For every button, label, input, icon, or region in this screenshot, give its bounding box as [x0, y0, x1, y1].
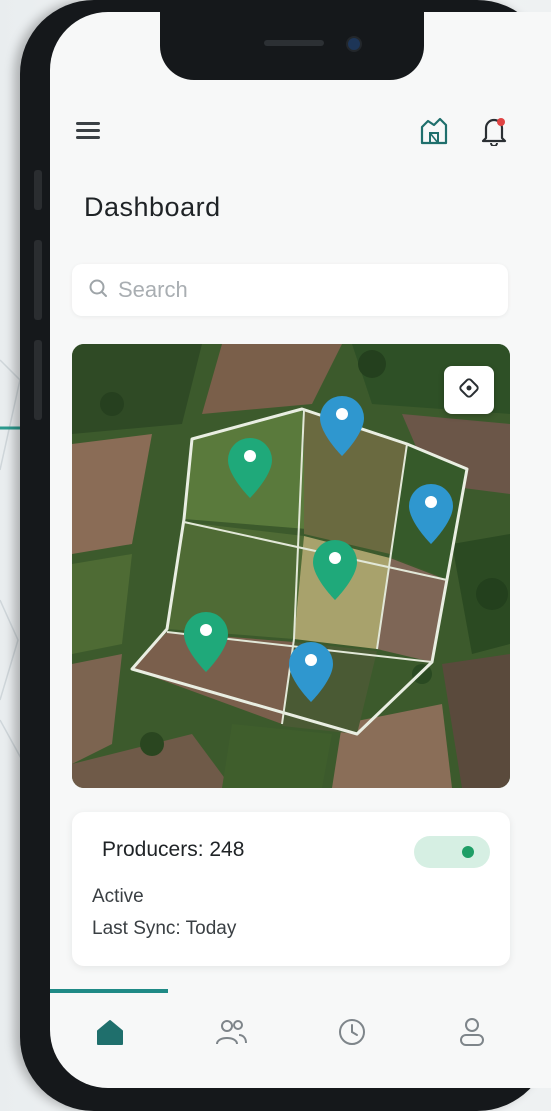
profile-icon: [458, 1016, 486, 1053]
bell-icon[interactable]: [476, 112, 512, 148]
phone-notch: [160, 12, 424, 80]
field-map[interactable]: [72, 344, 510, 788]
search-icon: [88, 278, 108, 303]
satellite-map-image: [72, 344, 510, 788]
users-icon: [214, 1017, 248, 1052]
notification-dot: [497, 118, 505, 126]
bottom-navigation: [50, 994, 551, 1088]
phone-volume-down-button: [34, 340, 42, 420]
toggle-knob: [462, 846, 474, 858]
phone-side-button: [34, 170, 42, 210]
producers-toggle[interactable]: [414, 836, 490, 868]
status-text: Active: [92, 886, 144, 907]
search-input[interactable]: [116, 276, 480, 304]
nav-history[interactable]: [324, 1006, 380, 1062]
producers-summary-card: Producers: 248 Active Last Sync: Today: [72, 812, 510, 966]
clock-icon: [337, 1017, 367, 1052]
nav-users[interactable]: [203, 1006, 259, 1062]
nav-active-indicator: [50, 989, 168, 993]
home-icon: [95, 1018, 125, 1051]
page-title: Dashboard: [84, 192, 221, 222]
search-bar[interactable]: [72, 264, 508, 316]
phone-screen: Dashboard Search Producers: 248 Active L…: [50, 12, 551, 1088]
nav-profile[interactable]: [444, 1006, 500, 1062]
locate-button[interactable]: [444, 366, 494, 414]
last-sync-text: Last Sync: Today: [92, 918, 237, 939]
locate-icon: [456, 375, 482, 406]
phone-volume-up-button: [34, 240, 42, 320]
nav-home[interactable]: [82, 1006, 138, 1062]
producers-count: Producers: 248: [102, 838, 245, 861]
farm-barn-icon[interactable]: [416, 112, 452, 148]
speaker-grille: [264, 40, 324, 46]
front-camera: [346, 36, 362, 52]
hamburger-menu-icon[interactable]: [70, 112, 106, 148]
